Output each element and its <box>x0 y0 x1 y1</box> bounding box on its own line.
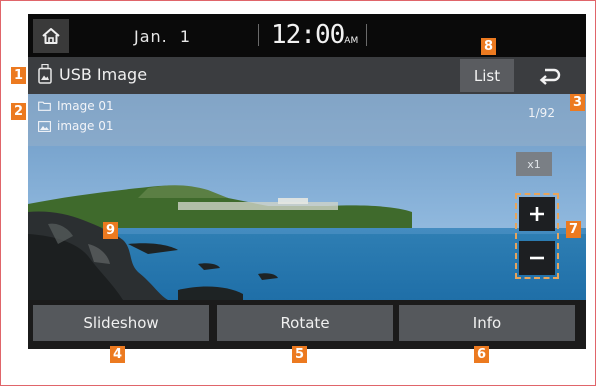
callout-2: 2 <box>11 103 26 120</box>
image-name: image 01 <box>57 119 114 133</box>
callout-4: 4 <box>110 346 125 363</box>
home-button[interactable] <box>33 19 69 53</box>
callout-1: 1 <box>11 67 26 84</box>
rotate-button[interactable]: Rotate <box>217 305 393 341</box>
title-bar: USB Image List <box>28 57 586 94</box>
callout-7: 7 <box>566 221 581 238</box>
list-button[interactable]: List <box>460 59 514 92</box>
folder-icon <box>38 101 51 111</box>
zoom-level-indicator: x1 <box>516 152 552 176</box>
time-value: 12:00 <box>271 20 345 50</box>
back-button[interactable] <box>518 59 582 92</box>
callout-8: 8 <box>481 38 496 55</box>
file-info-overlay: Image 01 image 01 1/92 <box>28 94 586 146</box>
plus-icon <box>530 207 544 221</box>
image-row: image 01 <box>38 119 113 133</box>
ampm-label: AM <box>344 36 359 46</box>
clock: 12:00AM <box>271 20 358 50</box>
zoom-out-button[interactable] <box>519 241 555 275</box>
back-arrow-icon <box>539 68 561 85</box>
image-viewer[interactable]: Image 01 image 01 1/92 x1 <box>28 94 586 300</box>
callout-5: 5 <box>292 346 307 363</box>
status-bar: Jan. 1 12:00AM <box>28 14 586 57</box>
folder-name: Image 01 <box>57 99 114 113</box>
slideshow-button[interactable]: Slideshow <box>33 305 209 341</box>
callout-3: 3 <box>570 94 585 111</box>
zoom-in-button[interactable] <box>519 197 555 231</box>
separator <box>258 24 259 46</box>
info-button[interactable]: Info <box>399 305 575 341</box>
image-counter: 1/92 <box>528 106 555 120</box>
separator <box>366 24 367 46</box>
callout-9: 9 <box>103 222 118 239</box>
head-unit-screen: Jan. 1 12:00AM USB Image List Image 01 i… <box>28 14 586 349</box>
minus-icon <box>530 256 544 260</box>
callout-6: 6 <box>474 346 489 363</box>
folder-row: Image 01 <box>38 99 114 113</box>
page-title: USB Image <box>59 65 148 84</box>
date-label: Jan. 1 <box>134 27 192 46</box>
bottom-bar: Slideshow Rotate Info <box>28 300 586 349</box>
usb-image-icon <box>38 64 52 84</box>
image-icon <box>38 120 51 132</box>
home-icon <box>42 28 60 44</box>
